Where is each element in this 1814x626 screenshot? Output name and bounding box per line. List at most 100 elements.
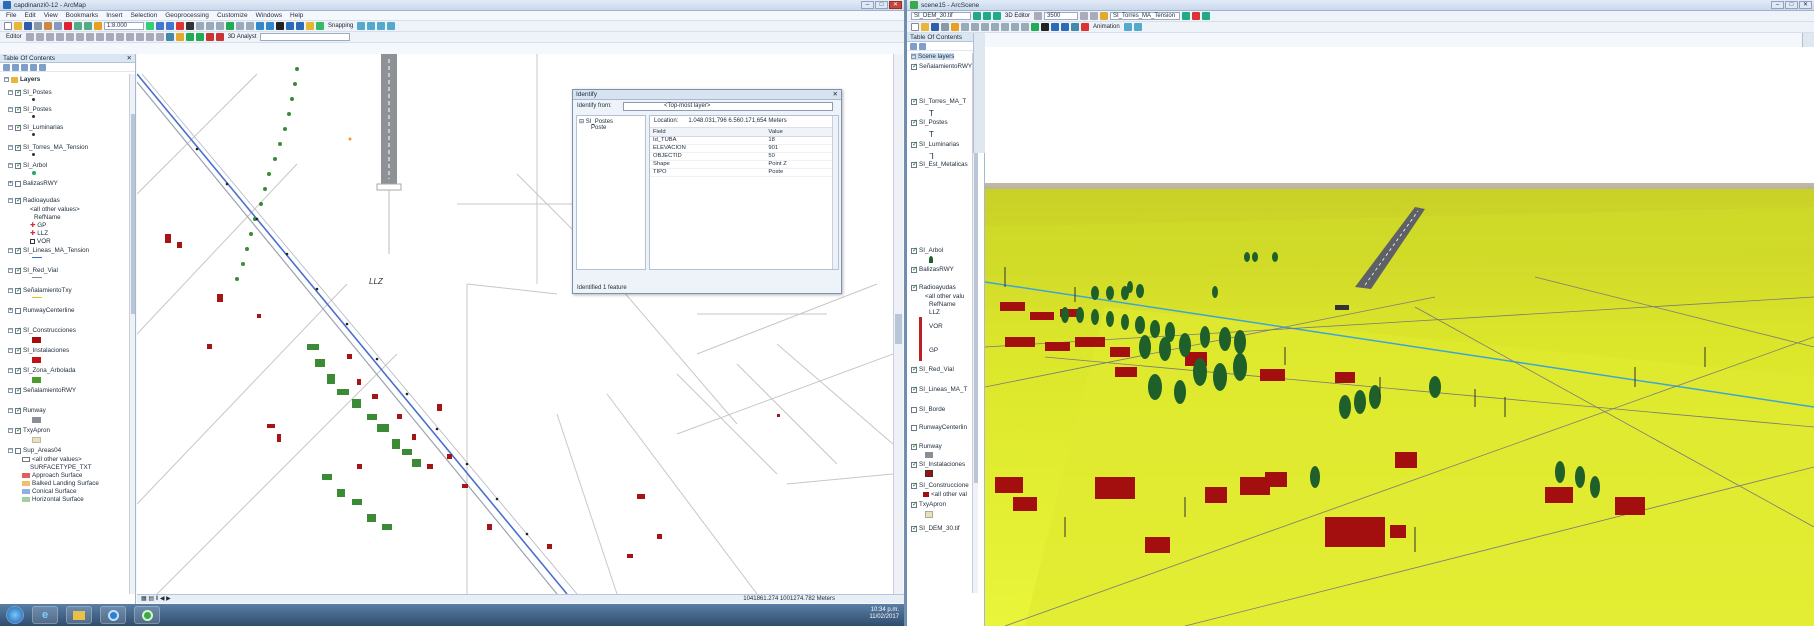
scene-layer-instalaciones[interactable]: SI_Instalaciones xyxy=(911,460,965,468)
add-data-icon[interactable] xyxy=(951,23,959,31)
measure-icon[interactable] xyxy=(306,22,314,30)
redo-icon[interactable] xyxy=(84,22,92,30)
zoom-in-icon[interactable] xyxy=(196,22,204,30)
scene-layer-postes[interactable]: SI_Postes xyxy=(911,118,948,126)
layer-checkbox[interactable] xyxy=(15,246,22,254)
map-scale-select[interactable]: 1:8.000 xyxy=(104,22,144,30)
layer-props-icon[interactable] xyxy=(973,12,981,20)
expand-icon[interactable]: – xyxy=(8,107,13,112)
snapping-label[interactable]: Snapping xyxy=(326,23,355,29)
scene-layer-torres[interactable]: SI_Torres_MA_T xyxy=(911,97,966,105)
zoom-target-icon[interactable] xyxy=(991,23,999,31)
identify-close-icon[interactable]: ✕ xyxy=(833,90,838,99)
full-extent-icon[interactable] xyxy=(226,22,234,30)
pan-icon[interactable] xyxy=(1021,23,1029,31)
rotate-icon[interactable] xyxy=(125,33,134,41)
expand-icon[interactable]: – xyxy=(8,288,13,293)
reshape-icon[interactable] xyxy=(95,33,104,41)
scene-layer-red-vial[interactable]: SI_Red_Vial xyxy=(911,365,954,373)
identify-icon[interactable] xyxy=(286,22,294,30)
layer-checkbox[interactable] xyxy=(15,123,22,131)
layer-checkbox[interactable] xyxy=(15,426,22,434)
toc-window-icon[interactable] xyxy=(156,22,164,30)
toc-layer-sup-areas[interactable]: – Sup_Areas04 xyxy=(8,447,61,454)
scene-layer-borde[interactable]: SI_Borde xyxy=(911,406,945,413)
taskbar-explorer-icon[interactable] xyxy=(66,606,92,624)
navigate-icon[interactable] xyxy=(961,23,969,31)
snap-edge-icon[interactable] xyxy=(387,22,396,30)
edit-annotation-icon[interactable] xyxy=(35,33,44,41)
profile-graph-icon[interactable] xyxy=(195,33,204,41)
select-features-icon[interactable] xyxy=(276,22,284,30)
arcscene-titlebar[interactable]: scene15 - ArcScene – □ ✕ xyxy=(907,0,1814,11)
toc-icon[interactable] xyxy=(1071,23,1079,31)
toc-layer-red-vial[interactable]: – SI_Red_Vial xyxy=(8,266,58,274)
toc-layer-radioayudas[interactable]: – Radioayudas xyxy=(8,196,60,204)
pan-icon[interactable] xyxy=(216,22,224,30)
expand-icon[interactable]: + xyxy=(8,308,13,313)
3d-analyst-menu[interactable]: 3D Analyst xyxy=(226,34,259,40)
zoom-out-icon[interactable] xyxy=(1011,23,1019,31)
menu-file[interactable]: File xyxy=(6,12,16,19)
scene-canvas[interactable] xyxy=(985,47,1814,626)
editor-menu[interactable]: Editor xyxy=(4,34,24,40)
layer-extrude-icon[interactable] xyxy=(993,12,1001,20)
toc-layer-senal-rwy[interactable]: – SeñalamientoRWY xyxy=(8,386,76,394)
scene-layer-runway-centerline[interactable]: RunwayCenterlin xyxy=(911,424,967,431)
toc-layer-senal-txy[interactable]: – SeñalamientoTxy xyxy=(8,286,72,294)
sketch-icon[interactable] xyxy=(1080,12,1089,20)
map-vertical-scrollbar[interactable] xyxy=(893,54,903,594)
snap-vertex-icon[interactable] xyxy=(377,22,386,30)
expand-icon[interactable]: – xyxy=(4,77,9,82)
toc-layer-zona-arbolada[interactable]: – SI_Zona_Arbolada xyxy=(8,366,76,374)
hyperlink-icon[interactable] xyxy=(316,22,324,30)
expand-icon[interactable]: – xyxy=(8,268,13,273)
toc-scroll-thumb[interactable] xyxy=(131,114,135,314)
expand-icon[interactable]: – xyxy=(8,428,13,433)
add-data-icon[interactable] xyxy=(94,22,102,30)
save-icon[interactable] xyxy=(24,22,32,30)
layer-checkbox[interactable] xyxy=(15,447,21,454)
start-button[interactable] xyxy=(6,606,24,624)
scene-layer-balizas[interactable]: BalizasRWY xyxy=(911,265,954,273)
layer-checkbox[interactable] xyxy=(911,283,918,291)
point-icon[interactable] xyxy=(75,33,84,41)
new-doc-icon[interactable] xyxy=(911,23,919,31)
map-v-scroll-thumb[interactable] xyxy=(895,314,902,344)
table-row[interactable]: ELEVACION 901 xyxy=(650,144,838,153)
fly-icon[interactable] xyxy=(971,23,979,31)
scene-layer-dem[interactable]: SI_DEM_30.tif xyxy=(911,524,960,532)
toc-layer-postes[interactable]: – SI_Postes xyxy=(8,88,52,96)
layout-toolbar-icon[interactable] xyxy=(165,33,174,41)
3d-analyst-layer-select[interactable] xyxy=(260,33,351,41)
layer-properties-icon[interactable] xyxy=(175,33,184,41)
scene-layer-luminarias[interactable]: SI_Luminarias xyxy=(911,140,959,148)
vertex-icon[interactable] xyxy=(1090,12,1099,20)
layer-checkbox[interactable] xyxy=(911,442,918,450)
layer-checkbox[interactable] xyxy=(911,118,918,126)
layer-checkbox[interactable] xyxy=(15,386,22,394)
minimize-button[interactable]: – xyxy=(861,1,874,9)
layer-checkbox[interactable] xyxy=(911,406,917,413)
menu-windows[interactable]: Windows xyxy=(256,12,282,19)
arctoolbox-icon[interactable] xyxy=(1081,23,1089,31)
scene-tool2-icon[interactable] xyxy=(1202,12,1211,20)
straight-segment-icon[interactable] xyxy=(45,33,54,41)
toc-layer-luminarias[interactable]: – SI_Luminarias xyxy=(8,123,63,131)
sketch-properties-icon[interactable] xyxy=(145,33,154,41)
scene-layer-construcciones[interactable]: SI_Construccione xyxy=(911,481,969,489)
menu-view[interactable]: View xyxy=(44,12,58,19)
find-icon[interactable] xyxy=(296,22,304,30)
layer-checkbox[interactable] xyxy=(911,365,918,373)
fixed-zoom-in-icon[interactable] xyxy=(236,22,244,30)
catalog-icon[interactable] xyxy=(166,22,174,30)
arctoolbox-icon[interactable] xyxy=(176,22,184,30)
layer-checkbox[interactable] xyxy=(911,160,918,168)
expand-icon[interactable]: – xyxy=(8,388,13,393)
scene-layer-arbol[interactable]: SI_Arbol xyxy=(911,246,943,254)
edit-tool-icon[interactable] xyxy=(25,33,34,41)
layer-checkbox[interactable] xyxy=(911,481,918,489)
layer-checkbox[interactable] xyxy=(15,143,22,151)
list-by-drawing-order-icon[interactable] xyxy=(910,42,917,50)
menu-edit[interactable]: Edit xyxy=(24,12,35,19)
